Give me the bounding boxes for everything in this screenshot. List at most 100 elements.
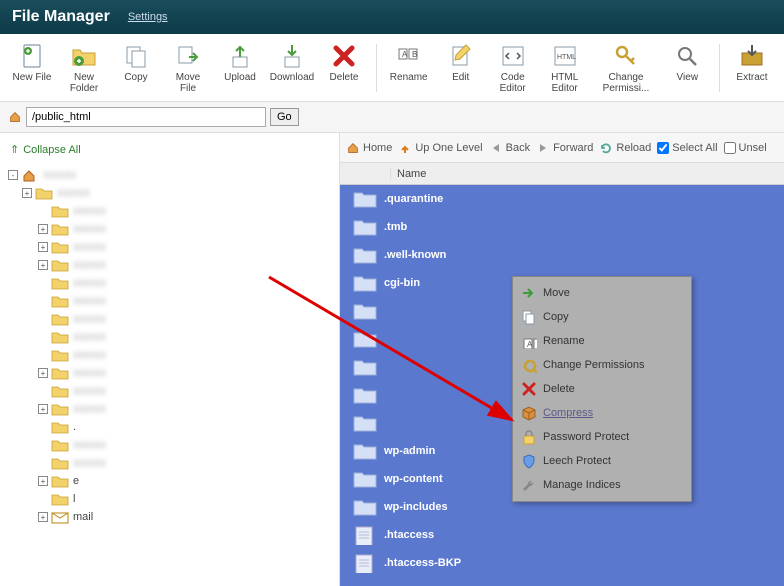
toolbar-move-file[interactable]: Move File [164, 40, 212, 96]
folder-icon [346, 301, 384, 321]
tree-row[interactable]: +e [4, 472, 335, 490]
tree-toggle-icon[interactable]: - [8, 170, 18, 180]
file-row[interactable]: .tmb [340, 213, 784, 241]
code-editor-icon [499, 42, 527, 70]
tree-row[interactable]: +xxxxxx [4, 184, 335, 202]
file-row[interactable]: .htaccess [340, 521, 784, 549]
column-name[interactable]: Name [390, 168, 784, 180]
select-all-checkbox[interactable] [657, 142, 669, 154]
tree-toggle-icon[interactable]: + [38, 368, 48, 378]
tree-row[interactable]: +mail [4, 508, 335, 526]
folder-icon [21, 168, 39, 182]
folder-icon [35, 186, 53, 200]
tree-panel: ⇑ Collapse All -xxxxxx+xxxxxxxxxxxx+xxxx… [0, 133, 340, 586]
tree-toggle-icon[interactable]: + [38, 476, 48, 486]
toolbar-copy[interactable]: Copy [112, 40, 160, 85]
tree-row[interactable]: xxxxxx [4, 274, 335, 292]
ctx-perms[interactable]: Change Permissions [515, 353, 689, 377]
folder-icon [51, 366, 69, 380]
nav-reload[interactable]: Reload [599, 141, 651, 155]
tree-row[interactable]: -xxxxxx [4, 166, 335, 184]
file-row[interactable]: .well-known [340, 241, 784, 269]
tree-row[interactable]: xxxxxx [4, 382, 335, 400]
toolbar-edit[interactable]: Edit [437, 40, 485, 85]
ctx-compress[interactable]: Compress [515, 401, 689, 425]
file-row[interactable]: .quarantine [340, 185, 784, 213]
tree-row[interactable]: xxxxxx [4, 310, 335, 328]
password-icon [521, 429, 537, 445]
folder-icon [51, 492, 69, 506]
context-menu: MoveCopyRenameChange PermissionsDeleteCo… [512, 276, 692, 502]
tree-row[interactable]: +xxxxxx [4, 220, 335, 238]
tree-row[interactable]: xxxxxx [4, 292, 335, 310]
folder-icon [346, 189, 384, 209]
new-folder-icon [70, 42, 98, 70]
tree-row[interactable]: +xxxxxx [4, 238, 335, 256]
rename-icon [395, 42, 423, 70]
tree-toggle-icon[interactable]: + [38, 224, 48, 234]
ctx-leech[interactable]: Leech Protect [515, 449, 689, 473]
folder-icon [51, 222, 69, 236]
tree-row[interactable]: +xxxxxx [4, 400, 335, 418]
folder-icon [51, 420, 69, 434]
folder-icon [51, 240, 69, 254]
folder-icon [51, 510, 69, 524]
toolbar-code-editor[interactable]: Code Editor [489, 40, 537, 96]
folder-icon [346, 413, 384, 433]
ctx-copy[interactable]: Copy [515, 305, 689, 329]
tree-toggle-icon[interactable]: + [38, 404, 48, 414]
tree-row[interactable]: xxxxxx [4, 436, 335, 454]
nav-up[interactable]: Up One Level [398, 141, 482, 155]
ctx-rename[interactable]: Rename [515, 329, 689, 353]
folder-icon [346, 217, 384, 237]
tree-row[interactable]: . [4, 418, 335, 436]
view-icon [673, 42, 701, 70]
tree-toggle-icon[interactable]: + [38, 260, 48, 270]
settings-link[interactable]: Settings [128, 11, 168, 23]
nav-select-all[interactable]: Select All [657, 142, 717, 154]
tree-row[interactable]: +xxxxxx [4, 364, 335, 382]
tree-row[interactable]: l [4, 490, 335, 508]
folder-icon [51, 438, 69, 452]
folder-icon [51, 204, 69, 218]
toolbar-delete[interactable]: Delete [320, 40, 368, 85]
toolbar-new-file[interactable]: New File [8, 40, 56, 85]
tree-row[interactable]: xxxxxx [4, 202, 335, 220]
nav-home[interactable]: Home [346, 141, 392, 155]
tree-row[interactable]: xxxxxx [4, 346, 335, 364]
tree-toggle-icon[interactable]: + [38, 242, 48, 252]
toolbar-download[interactable]: Download [268, 40, 316, 85]
nav-forward[interactable]: Forward [536, 141, 593, 155]
folder-icon [51, 258, 69, 272]
collapse-all[interactable]: ⇑ Collapse All [4, 139, 335, 160]
tree-row[interactable]: xxxxxx [4, 328, 335, 346]
ctx-indices[interactable]: Manage Indices [515, 473, 689, 497]
tree-row[interactable]: xxxxxx [4, 454, 335, 472]
ctx-password[interactable]: Password Protect [515, 425, 689, 449]
nav-unselect[interactable]: Unsel [724, 142, 767, 154]
toolbar-extract[interactable]: Extract [728, 40, 776, 85]
toolbar-html-editor[interactable]: HTML Editor [541, 40, 589, 96]
go-button[interactable]: Go [270, 108, 299, 126]
path-bar: Go [0, 102, 784, 133]
download-icon [278, 42, 306, 70]
tree-toggle-icon[interactable]: + [22, 188, 32, 198]
toolbar-new-folder[interactable]: New Folder [60, 40, 108, 96]
toolbar-rename[interactable]: Rename [385, 40, 433, 85]
ctx-move[interactable]: Move [515, 281, 689, 305]
toolbar-change-perms[interactable]: Change Permissi... [593, 40, 660, 96]
nav-back[interactable]: Back [489, 141, 530, 155]
path-input[interactable] [26, 107, 266, 127]
copy-icon [521, 309, 537, 325]
file-row[interactable]: .htaccess-BKP [340, 549, 784, 577]
toolbar-upload[interactable]: Upload [216, 40, 264, 85]
move-icon [521, 285, 537, 301]
toolbar-view[interactable]: View [663, 40, 711, 85]
unselect-checkbox[interactable] [724, 142, 736, 154]
tree-toggle-icon[interactable]: + [38, 512, 48, 522]
folder-icon [51, 312, 69, 326]
folder-icon [346, 469, 384, 489]
ctx-delete[interactable]: Delete [515, 377, 689, 401]
tree-row[interactable]: +xxxxxx [4, 256, 335, 274]
file-icon [346, 553, 384, 573]
